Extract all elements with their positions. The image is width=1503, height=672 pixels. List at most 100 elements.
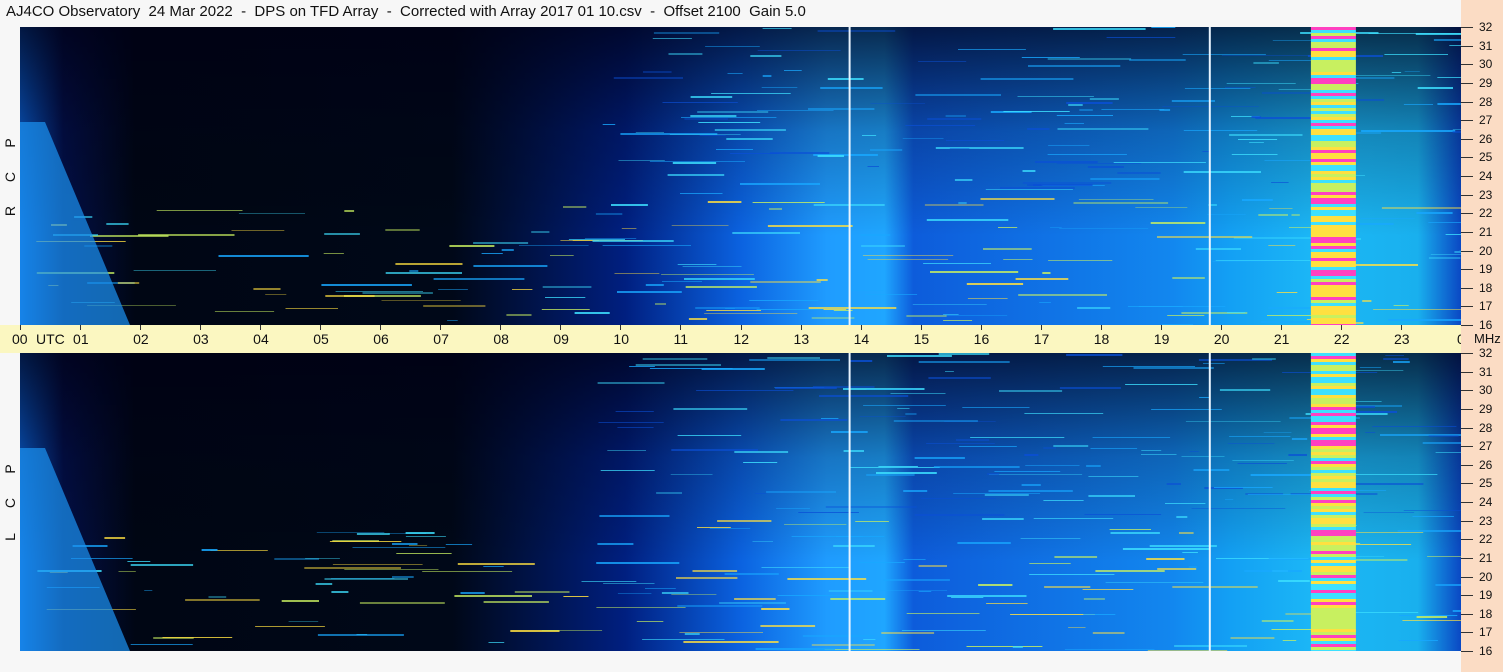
mhz-tick (1461, 45, 1473, 47)
spectrogram-streak (903, 490, 928, 492)
broadband-column-strip (1310, 102, 1356, 105)
spectrogram-streak (324, 233, 360, 235)
spectrogram-streak (677, 435, 742, 436)
spectrogram-streak (821, 418, 839, 419)
mhz-tick (1461, 632, 1473, 634)
broadband-column-strip (1310, 482, 1356, 485)
spectrogram-streak (827, 78, 864, 80)
utc-tick-label: 02 (133, 331, 149, 347)
broadband-column-strip (1310, 620, 1356, 623)
spectrogram-streak (906, 315, 947, 317)
broadband-column-strip (1310, 306, 1356, 309)
spectrogram-streak (843, 450, 864, 452)
utc-tick-label: 04 (253, 331, 269, 347)
broadband-column-strip (1310, 213, 1356, 216)
broadband-column-strip (1310, 554, 1356, 557)
spectrogram-streak (1064, 123, 1084, 124)
broadband-column-strip (1310, 162, 1356, 165)
spectrogram-streak (1044, 586, 1091, 588)
spectrogram-streak (760, 625, 816, 627)
spectrogram-streak (409, 545, 428, 546)
spectrogram-streak (218, 255, 309, 257)
spectrogram-streak (864, 590, 948, 591)
spectrogram-streak (316, 532, 385, 533)
spectrogram-streak (208, 596, 227, 598)
spectrogram-streak (1078, 199, 1154, 200)
spectrogram-streak (1057, 128, 1149, 130)
spectrogram-streak (635, 132, 664, 133)
spectrogram-streak (1278, 580, 1310, 582)
broadband-column-strip (1310, 270, 1356, 273)
spectrogram-streak (611, 204, 648, 206)
spectrogram-streak (1088, 476, 1139, 477)
broadband-column-strip (1310, 294, 1356, 297)
broadband-column-strip (1310, 356, 1356, 359)
spectrogram-streak (1117, 172, 1161, 174)
spectrogram-streak (1047, 58, 1132, 60)
spectrogram-streak (315, 583, 333, 585)
spectrogram-streak (600, 470, 655, 471)
broadband-column-strip (1310, 371, 1356, 374)
spectrogram-streak (423, 305, 486, 307)
spectrogram-streak (918, 61, 967, 62)
broadband-column-strip (1310, 506, 1356, 509)
spectrogram-streak (1048, 260, 1113, 261)
mhz-tick (1461, 557, 1473, 559)
spectrogram-streak (927, 118, 982, 120)
spectrogram-streak (860, 562, 905, 563)
spectrogram-streak (1193, 469, 1230, 471)
spectrogram-streak (1017, 96, 1094, 97)
spectrogram-streak (629, 366, 655, 367)
spectrogram-streak (653, 32, 720, 34)
spectrogram-streak (483, 601, 549, 603)
spectrogram-streak (405, 536, 446, 537)
spectrogram-streak (1029, 563, 1071, 564)
broadband-column-strip (1310, 147, 1356, 150)
utc-tick (620, 325, 622, 330)
spectrogram-streak (1054, 556, 1098, 558)
broadband-column-strip (1310, 533, 1356, 536)
spectrogram-streak (966, 646, 1043, 647)
panel-letter: R (2, 205, 18, 217)
spectrogram-streak (755, 648, 835, 650)
spectrogram-streak (614, 273, 660, 274)
spectrogram-streak (1172, 277, 1205, 279)
spectrogram-streak (670, 474, 713, 475)
broadband-column-strip (1310, 291, 1356, 294)
utc-tick-label: 01 (73, 331, 89, 347)
broadband-column-strip (1310, 255, 1356, 258)
spectrogram-streak (1150, 222, 1206, 224)
spectrogram-streak (1182, 54, 1266, 55)
utc-tick-label: 08 (493, 331, 509, 347)
broadband-column-strip (1310, 78, 1356, 81)
mhz-tick-label: 26 (1479, 131, 1493, 146)
utc-tick-label: 21 (1273, 331, 1290, 347)
utc-tick (800, 325, 802, 330)
spectrogram-streak (994, 471, 1061, 472)
mhz-tick-label: 20 (1479, 243, 1493, 258)
broadband-column-strip (1310, 362, 1356, 365)
broadband-column-strip (1310, 57, 1356, 60)
spectrogram-streak (970, 437, 1065, 438)
spectrogram-streak (761, 567, 851, 568)
spectrogram-streak (1229, 436, 1291, 437)
spectrogram-streak (926, 443, 995, 444)
broadband-column-strip (1310, 177, 1356, 180)
spectrogram-streak (945, 115, 966, 117)
spectrogram-streak (1027, 128, 1050, 130)
mhz-tick (1461, 176, 1473, 177)
broadband-column-strip (1310, 611, 1356, 614)
broadband-column-strip (1310, 404, 1356, 407)
utc-tick (320, 325, 322, 330)
spectrogram-streak (1373, 309, 1461, 310)
spectrogram-streak (1066, 354, 1123, 356)
spectrogram-streak (862, 135, 877, 136)
spectrogram-streak (1385, 355, 1404, 356)
mhz-tick-label: 23 (1479, 513, 1493, 528)
spectrogram-streak (816, 279, 828, 281)
spectrogram-streak (253, 288, 281, 290)
spectrogram-streak (1068, 627, 1086, 628)
mhz-tick-label: 28 (1479, 420, 1493, 435)
broadband-column-strip (1310, 521, 1356, 524)
spectrogram-streak (1128, 306, 1183, 307)
